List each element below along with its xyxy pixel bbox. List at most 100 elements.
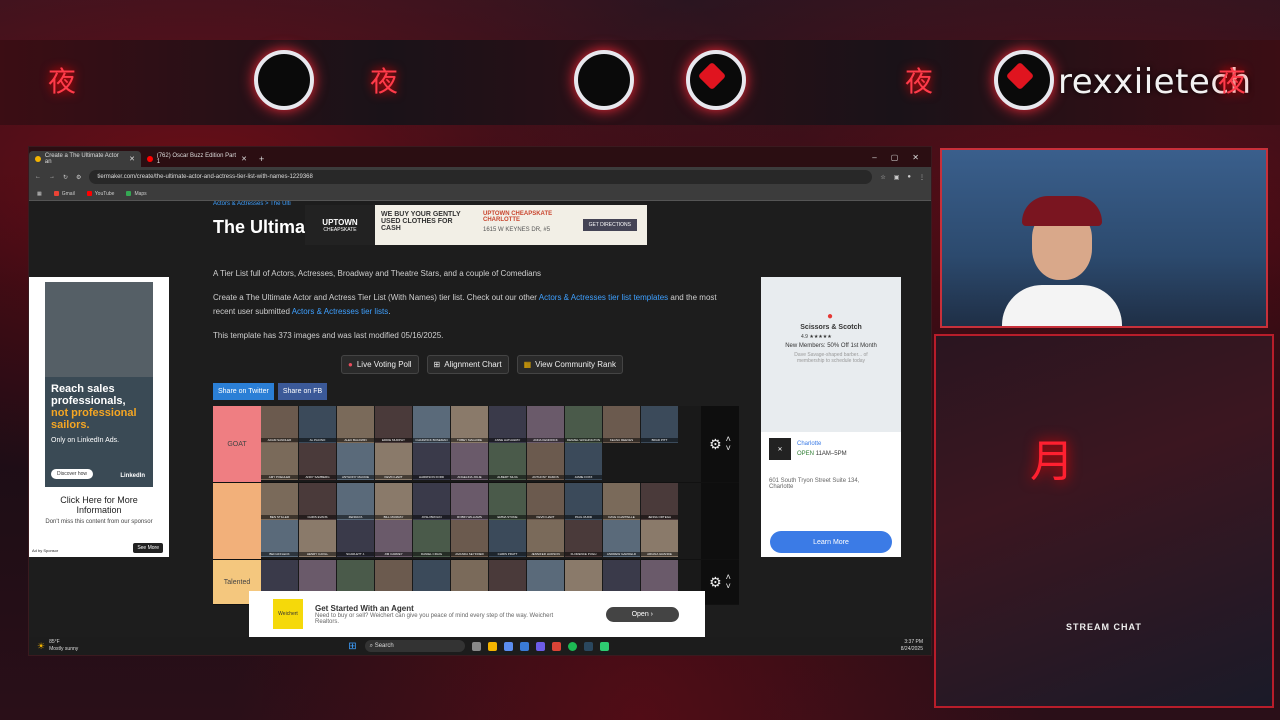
bookmark-star-icon[interactable]: ☆ <box>880 174 885 181</box>
actor-tile[interactable]: ANTHONY RAMOS <box>527 443 564 480</box>
actor-tile[interactable]: ANDREW GARFIELD <box>603 520 640 557</box>
tier-lists-link[interactable]: Actors & Actresses tier lists <box>292 307 388 316</box>
actor-tile[interactable]: KEVIN HART <box>527 483 564 520</box>
gear-icon[interactable]: ⚙ <box>709 436 722 453</box>
reload-icon[interactable]: ↻ <box>63 174 68 181</box>
right-map-ad[interactable]: ● Scissors & Scotch 4.9 ★★★★★ New Member… <box>761 277 901 557</box>
bookmark-youtube[interactable]: YouTube <box>86 191 114 197</box>
left-linkedin-ad[interactable]: Reach sales professionals, not professio… <box>29 277 169 557</box>
app-icon[interactable] <box>519 641 529 651</box>
actor-tile[interactable]: CHRIS EVANS <box>299 483 336 520</box>
steam-icon[interactable] <box>583 641 593 651</box>
open-button[interactable]: Open › <box>605 606 679 622</box>
windows-start-icon[interactable]: ⊞ <box>348 641 356 652</box>
actor-tile[interactable]: JENNA ORTEGA <box>641 483 678 520</box>
actor-tile[interactable]: BEN STILLER <box>261 483 298 520</box>
browser-tab-youtube[interactable]: (762) Oscar Buzz Edition Part 1 ✕ <box>141 151 253 167</box>
actor-tile[interactable]: AMY POEHLER <box>261 443 298 480</box>
actor-tile[interactable]: ANTHONY MACKIE <box>337 443 374 480</box>
breadcrumb[interactable]: Actors & Actresses > The Ulti <box>213 201 291 207</box>
share-fb-button[interactable]: Share on FB <box>277 383 328 400</box>
file-explorer-icon[interactable] <box>487 641 497 651</box>
actor-tile[interactable]: JOSH BROLIN <box>413 483 450 520</box>
live-voting-poll-button[interactable]: ● Live Voting Poll <box>341 355 419 374</box>
taskbar-search[interactable]: ⌕ Search <box>364 640 465 652</box>
site-info-icon[interactable]: ⚙ <box>76 174 81 181</box>
profile-icon[interactable]: ● <box>907 174 911 180</box>
weather-widget[interactable]: 85°F Mostly sunny <box>49 639 78 653</box>
bottom-weichert-ad[interactable]: Weichert Get Started With an Agent Need … <box>249 591 705 637</box>
actor-tile[interactable]: EMMA STONE <box>489 483 526 520</box>
close-tab-icon[interactable]: ✕ <box>241 155 247 163</box>
discover-how-button[interactable]: Discover how <box>51 469 94 479</box>
actor-tile[interactable]: CHRIS PRATT <box>489 520 526 557</box>
actor-tile[interactable]: ZENDAYA <box>337 483 374 520</box>
actor-tile[interactable]: FLORENCE PUGH <box>565 520 602 557</box>
task-view-icon[interactable] <box>471 641 481 651</box>
actor-tile[interactable]: KEVIN HART <box>375 443 412 480</box>
back-arrow-icon[interactable]: ← <box>35 174 41 180</box>
browser-tab-tiermaker[interactable]: Create a The Ultimate Actor an ✕ <box>29 151 141 167</box>
chrome-icon[interactable] <box>551 641 561 651</box>
alignment-chart-button[interactable]: ⊞ Alignment Chart <box>426 355 509 374</box>
actor-tile[interactable]: TOBEY MAGUIRE <box>451 406 488 443</box>
new-tab-button[interactable]: + <box>253 151 270 167</box>
actor-tile[interactable]: ANGELINA JOLIE <box>451 443 488 480</box>
actor-tile[interactable]: ANNE HATHAWAY <box>489 406 526 443</box>
actor-tile[interactable]: HENRY CAVILL <box>299 520 336 557</box>
minimize-button[interactable]: – <box>872 153 876 162</box>
share-twitter-button[interactable]: Share on Twitter <box>213 383 274 400</box>
close-window-button[interactable]: ✕ <box>912 153 919 162</box>
top-banner-ad[interactable]: UPTOWN CHEAPSKATE WE BUY YOUR GENTLY USE… <box>305 205 647 245</box>
discord-icon[interactable] <box>535 641 545 651</box>
actor-tile[interactable]: ADAM SANDLER <box>261 406 298 443</box>
app-icon[interactable] <box>599 641 609 651</box>
actor-tile[interactable]: EDDIE MURPHY <box>375 406 412 443</box>
bookmark-gmail[interactable]: Gmail <box>53 191 75 197</box>
learn-more-button[interactable]: Learn More <box>770 531 892 553</box>
tier-move-arrows[interactable]: ˄ ˅ <box>726 573 731 591</box>
extensions-icon[interactable]: ▣ <box>894 174 900 181</box>
actor-tile[interactable]: JENNIFER HUDSON <box>527 520 564 557</box>
maximize-button[interactable]: ▢ <box>891 153 899 162</box>
actor-tile[interactable]: DANIEL CRAIG <box>413 520 450 557</box>
apps-grid-icon[interactable]: ▦ <box>37 191 42 197</box>
view-community-rank-button[interactable]: ▦ View Community Rank <box>516 355 623 374</box>
actor-tile[interactable]: PAUL RUDD <box>565 483 602 520</box>
actor-tile[interactable]: DAVE CHAPPELLE <box>603 483 640 520</box>
actor-tile[interactable]: KEANU REEVES <box>603 406 640 443</box>
actor-tile[interactable]: ALBERT SILVA <box>489 443 526 480</box>
actor-tile[interactable]: ALEC BALDWIN <box>337 406 374 443</box>
forward-arrow-icon[interactable]: → <box>49 174 55 180</box>
close-tab-icon[interactable]: ✕ <box>129 155 135 163</box>
tier-label[interactable]: GOAT <box>213 406 261 482</box>
ad-cta-title[interactable]: Click Here for More Information <box>29 495 169 515</box>
actor-tile[interactable]: AMANDA SEYFRIED <box>451 520 488 557</box>
actor-tile[interactable]: CHADWICK BOSEMAN <box>413 406 450 443</box>
actor-tile[interactable]: AL PACINO <box>299 406 336 443</box>
get-directions-button[interactable]: GET DIRECTIONS <box>582 219 637 231</box>
actor-tile[interactable]: DENZEL WASHINGTON <box>565 406 602 443</box>
tier-move-arrows[interactable]: ˄ ˅ <box>726 435 731 453</box>
actor-tile[interactable]: HARRISON FORD <box>413 443 450 480</box>
actor-tile[interactable]: ANDY SAMBERG <box>299 443 336 480</box>
weather-icon[interactable]: ☀ <box>37 641 45 652</box>
actor-tile[interactable]: BILL MURRAY <box>375 483 412 520</box>
menu-icon[interactable]: ⋮ <box>919 174 925 181</box>
actor-tile[interactable]: SCARLETT J. <box>337 520 374 557</box>
actor-tile[interactable]: BRAD PITT <box>641 406 678 443</box>
bookmark-maps[interactable]: Maps <box>126 191 147 197</box>
actor-tile[interactable]: JIM CARREY <box>375 520 412 557</box>
url-field[interactable]: tiermaker.com/create/the-ultimate-actor-… <box>89 170 873 184</box>
templates-link[interactable]: Actors & Actresses tier list templates <box>539 293 668 302</box>
actor-tile[interactable]: ARIANA GRANDE <box>641 520 678 557</box>
copilot-icon[interactable] <box>503 641 513 651</box>
actor-tile[interactable]: ROBIN WILLIAMS <box>451 483 488 520</box>
gear-icon[interactable]: ⚙ <box>709 574 722 591</box>
taskbar-clock[interactable]: 3:37 PM 8/24/2025 <box>901 639 923 653</box>
tier-label[interactable] <box>213 483 261 559</box>
actor-tile[interactable]: BEN AFFLECK <box>261 520 298 557</box>
see-more-button[interactable]: See More <box>133 543 163 553</box>
actor-tile[interactable]: JAMIE FOXX <box>565 443 602 480</box>
spotify-icon[interactable] <box>567 641 577 651</box>
